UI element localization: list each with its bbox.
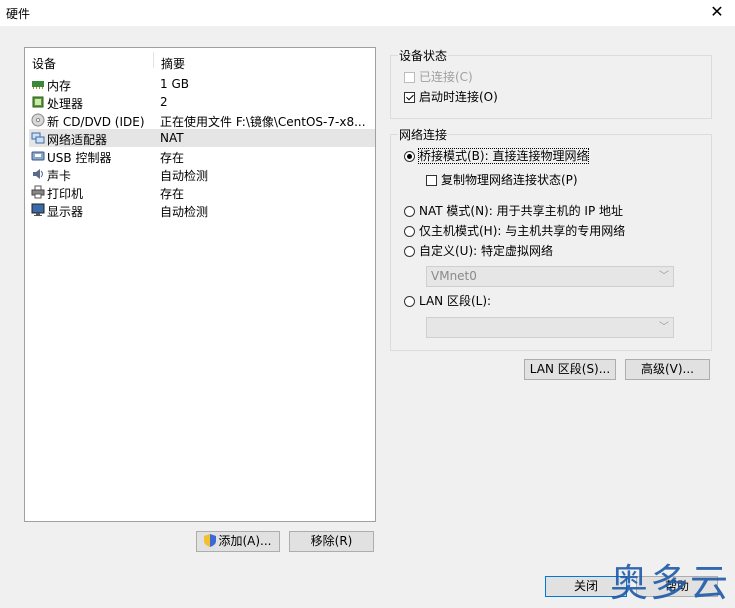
device-row-memory[interactable]: 内存 1 GB — [29, 75, 375, 93]
window-title: 硬件 — [6, 7, 31, 21]
device-row-sound-card[interactable]: 声卡 自动检测 — [29, 165, 375, 183]
list-header: 设备 摘要 — [25, 48, 375, 71]
shield-icon — [204, 534, 217, 547]
column-divider[interactable] — [153, 52, 154, 68]
device-name: 处理器 — [47, 97, 84, 111]
radio-dot — [404, 246, 415, 257]
display-icon — [31, 203, 45, 216]
connect-at-power-on-label: 启动时连接(O) — [419, 90, 498, 104]
device-row-printer[interactable]: 打印机 存在 — [29, 183, 375, 201]
device-summary: 1 GB — [160, 77, 189, 91]
checkbox-box — [404, 92, 415, 103]
bridged-mode-label: 桥接模式(B): 直接连接物理网络 — [417, 148, 590, 164]
lan-segment-select[interactable]: ﹀ — [426, 317, 674, 338]
nat-mode-radio[interactable]: NAT 模式(N): 用于共享主机的 IP 地址 — [404, 203, 623, 219]
radio-dot — [404, 206, 415, 217]
device-name: 显示器 — [47, 205, 84, 219]
lan-segment-radio[interactable]: LAN 区段(L): — [404, 293, 491, 309]
device-row-cd-dvd[interactable]: 新 CD/DVD (IDE) 正在使用文件 F:\镜像\CentOS-7-x8.… — [29, 111, 375, 129]
lan-segments-button-label: LAN 区段(S)... — [529, 362, 611, 376]
connected-checkbox[interactable]: 已连接(C) — [404, 69, 473, 85]
chevron-down-icon: ﹀ — [659, 271, 669, 282]
connected-label: 已连接(C) — [419, 70, 473, 84]
remove-button-label: 移除(R) — [310, 534, 353, 548]
device-summary: 2 — [160, 95, 168, 109]
device-summary: 存在 — [160, 187, 185, 201]
remove-button[interactable]: 移除(R) — [289, 531, 374, 552]
device-name: 网络适配器 — [47, 133, 108, 147]
replicate-state-checkbox[interactable]: 复制物理网络连接状态(P) — [426, 172, 578, 188]
radio-dot — [404, 296, 415, 307]
device-summary: 自动检测 — [160, 169, 209, 183]
device-row-usb[interactable]: USB 控制器 存在 — [29, 147, 375, 165]
bridged-mode-radio[interactable]: 桥接模式(B): 直接连接物理网络 — [404, 148, 590, 164]
vmnet-select-value: VMnet0 — [431, 269, 477, 283]
device-row-network-adapter[interactable]: 网络适配器 NAT — [29, 129, 375, 147]
connect-at-power-on-checkbox[interactable]: 启动时连接(O) — [404, 89, 498, 105]
add-button[interactable]: 添加(A)... — [196, 531, 280, 552]
device-summary: 自动检测 — [160, 205, 209, 219]
watermark-logo: 奥多云 — [610, 561, 731, 605]
device-summary: NAT — [160, 131, 184, 145]
memory-icon — [32, 81, 44, 89]
device-name: USB 控制器 — [47, 151, 112, 165]
device-name: 声卡 — [47, 169, 72, 183]
device-summary: 正在使用文件 F:\镜像\CentOS-7-x8... — [160, 115, 366, 129]
host-only-label: 仅主机模式(H): 与主机共享的专用网络 — [419, 224, 626, 238]
column-header-device[interactable]: 设备 — [32, 55, 56, 72]
cd-dvd-icon — [31, 113, 45, 127]
advanced-button-label: 高级(V)... — [640, 362, 695, 376]
advanced-button[interactable]: 高级(V)... — [625, 359, 710, 380]
checkbox-box — [426, 175, 437, 186]
custom-radio[interactable]: 自定义(U): 特定虚拟网络 — [404, 243, 553, 259]
device-list: 设备 摘要 内存 1 GB 处理器 2 新 CD/DVD (IDE) 正在使用文… — [24, 47, 376, 522]
checkbox-box — [404, 72, 415, 83]
radio-dot — [404, 151, 415, 162]
host-only-radio[interactable]: 仅主机模式(H): 与主机共享的专用网络 — [404, 223, 625, 239]
close-icon[interactable]: ✕ — [707, 2, 727, 22]
device-name: 内存 — [47, 79, 72, 93]
custom-label: 自定义(U): 特定虚拟网络 — [419, 244, 554, 258]
device-status-group — [390, 55, 712, 119]
device-name: 新 CD/DVD (IDE) — [47, 115, 145, 129]
close-button-label: 关闭 — [573, 579, 598, 593]
nat-mode-label: NAT 模式(N): 用于共享主机的 IP 地址 — [419, 204, 624, 218]
device-row-processor[interactable]: 处理器 2 — [29, 93, 375, 111]
replicate-state-label: 复制物理网络连接状态(P) — [441, 173, 578, 187]
add-button-label: 添加(A)... — [218, 534, 272, 548]
usb-icon — [31, 151, 45, 161]
processor-icon — [32, 96, 44, 108]
column-header-summary[interactable]: 摘要 — [161, 55, 185, 72]
network-connection-title: 网络连接 — [398, 126, 449, 143]
lan-segment-label: LAN 区段(L): — [419, 294, 492, 308]
vmnet-select[interactable]: VMnet0 ﹀ — [426, 266, 674, 287]
chevron-down-icon: ﹀ — [659, 322, 669, 333]
lan-segments-button[interactable]: LAN 区段(S)... — [524, 359, 616, 380]
sound-card-icon — [33, 169, 43, 179]
device-row-display[interactable]: 显示器 自动检测 — [29, 201, 375, 219]
device-status-title: 设备状态 — [398, 47, 449, 64]
title-bar: 硬件 ✕ — [0, 0, 735, 26]
device-name: 打印机 — [47, 187, 84, 201]
device-summary: 存在 — [160, 151, 185, 165]
network-adapter-icon — [31, 132, 45, 144]
radio-dot — [404, 226, 415, 237]
printer-icon — [31, 185, 45, 199]
